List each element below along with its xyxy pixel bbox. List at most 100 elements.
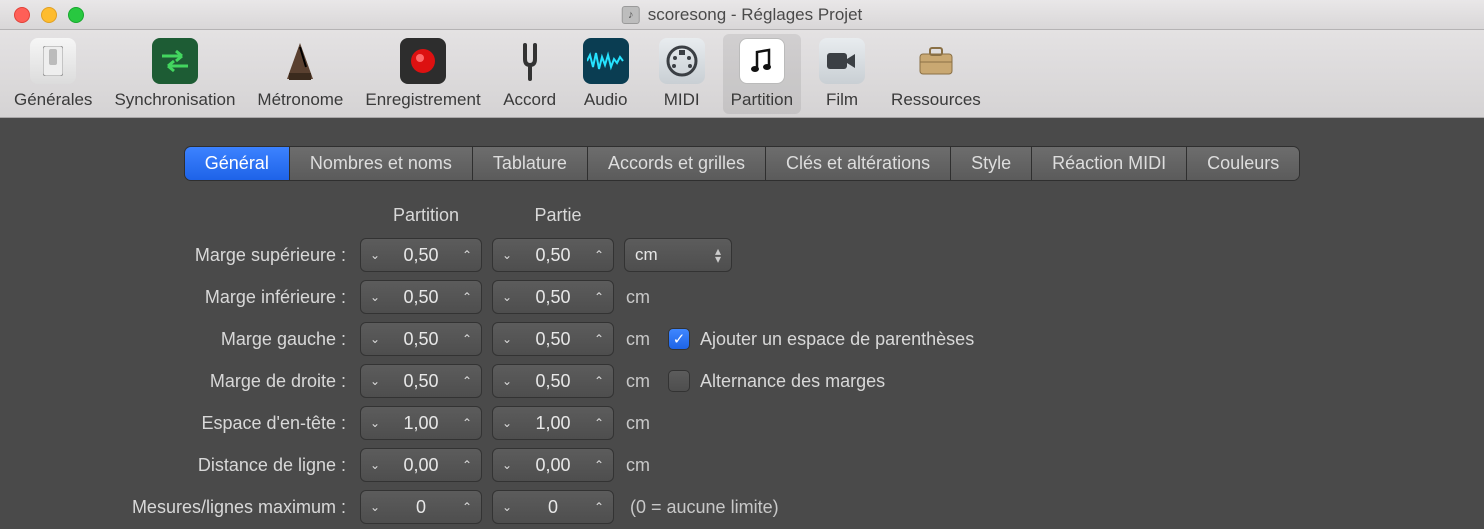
window-controls	[0, 7, 84, 23]
stepper-increment-icon[interactable]: ⌃	[453, 281, 481, 313]
row-right-margin: Marge de droite : ⌄ 0,50 ⌃ ⌄ 0,50 ⌃ cm A…	[50, 360, 1484, 402]
minimize-window-button[interactable]	[41, 7, 57, 23]
stepper-value: 0,50	[389, 329, 453, 350]
stepper-increment-icon[interactable]: ⌃	[453, 491, 481, 523]
subtab-numbers[interactable]: Nombres et noms	[290, 147, 473, 180]
row-label: Mesures/lignes maximum :	[50, 497, 360, 518]
right-margin-partition-stepper[interactable]: ⌄ 0,50 ⌃	[360, 364, 482, 398]
stepper-increment-icon[interactable]: ⌃	[585, 449, 613, 481]
line-distance-partition-stepper[interactable]: ⌄ 0,00 ⌃	[360, 448, 482, 482]
stepper-value: 0,50	[521, 329, 585, 350]
bottom-margin-partition-stepper[interactable]: ⌄ 0,50 ⌃	[360, 280, 482, 314]
stepper-decrement-icon[interactable]: ⌄	[361, 491, 389, 523]
unit-select[interactable]: cm ▴▾	[624, 238, 732, 272]
right-margin-partie-stepper[interactable]: ⌄ 0,50 ⌃	[492, 364, 614, 398]
bottom-margin-partie-stepper[interactable]: ⌄ 0,50 ⌃	[492, 280, 614, 314]
toolbar-item-midi[interactable]: MIDI	[647, 34, 717, 114]
bracket-space-label: Ajouter un espace de parenthèses	[700, 329, 974, 350]
left-margin-partition-stepper[interactable]: ⌄ 0,50 ⌃	[360, 322, 482, 356]
row-label: Espace d'en-tête :	[50, 413, 360, 434]
subtab-chords[interactable]: Accords et grilles	[588, 147, 766, 180]
unit-label: cm	[626, 371, 650, 392]
toolbar-item-general[interactable]: Générales	[6, 34, 100, 114]
subtab-style[interactable]: Style	[951, 147, 1032, 180]
toolbar-item-audio[interactable]: Audio	[571, 34, 641, 114]
toolbar-item-score[interactable]: Partition	[723, 34, 801, 114]
toolbar-item-record[interactable]: Enregistrement	[357, 34, 488, 114]
subtab-clefs[interactable]: Clés et altérations	[766, 147, 951, 180]
toolbar-item-label: MIDI	[664, 90, 700, 110]
stepper-decrement-icon[interactable]: ⌄	[493, 407, 521, 439]
top-margin-partition-stepper[interactable]: ⌄ 0,50 ⌃	[360, 238, 482, 272]
line-distance-partie-stepper[interactable]: ⌄ 0,00 ⌃	[492, 448, 614, 482]
main-panel: Général Nombres et noms Tablature Accord…	[0, 118, 1484, 528]
stepper-increment-icon[interactable]: ⌃	[585, 407, 613, 439]
row-label: Marge supérieure :	[50, 245, 360, 266]
stepper-increment-icon[interactable]: ⌃	[585, 281, 613, 313]
stepper-decrement-icon[interactable]: ⌄	[361, 407, 389, 439]
toolbar-item-label: Accord	[503, 90, 556, 110]
stepper-increment-icon[interactable]: ⌃	[453, 239, 481, 271]
stepper-decrement-icon[interactable]: ⌄	[361, 239, 389, 271]
stepper-value: 1,00	[521, 413, 585, 434]
stepper-increment-icon[interactable]: ⌃	[585, 491, 613, 523]
toolbar-item-label: Film	[826, 90, 858, 110]
stepper-decrement-icon[interactable]: ⌄	[361, 365, 389, 397]
stepper-decrement-icon[interactable]: ⌄	[493, 491, 521, 523]
toolbar-item-assets[interactable]: Ressources	[883, 34, 989, 114]
alternating-margins-checkbox[interactable]	[668, 370, 690, 392]
subtab-midireact[interactable]: Réaction MIDI	[1032, 147, 1187, 180]
stepper-increment-icon[interactable]: ⌃	[453, 449, 481, 481]
column-headers: Partition Partie	[50, 205, 1484, 226]
toolbar-item-movie[interactable]: Film	[807, 34, 877, 114]
stepper-decrement-icon[interactable]: ⌄	[361, 449, 389, 481]
toolbar-item-label: Audio	[584, 90, 627, 110]
stepper-decrement-icon[interactable]: ⌄	[361, 323, 389, 355]
stepper-decrement-icon[interactable]: ⌄	[493, 323, 521, 355]
stepper-decrement-icon[interactable]: ⌄	[361, 281, 389, 313]
row-line-distance: Distance de ligne : ⌄ 0,00 ⌃ ⌄ 0,00 ⌃ cm	[50, 444, 1484, 486]
unit-label: cm	[626, 413, 650, 434]
max-bars-partition-stepper[interactable]: ⌄ 0 ⌃	[360, 490, 482, 524]
header-space-partition-stepper[interactable]: ⌄ 1,00 ⌃	[360, 406, 482, 440]
subtab-general[interactable]: Général	[185, 147, 290, 180]
toolbar-item-sync[interactable]: Synchronisation	[106, 34, 243, 114]
toolbar-item-label: Synchronisation	[114, 90, 235, 110]
toolbar-item-metronome[interactable]: Métronome	[249, 34, 351, 114]
stepper-increment-icon[interactable]: ⌃	[585, 323, 613, 355]
close-window-button[interactable]	[14, 7, 30, 23]
bracket-space-checkbox[interactable]: ✓	[668, 328, 690, 350]
unit-select-value: cm	[635, 245, 658, 265]
header-space-partie-stepper[interactable]: ⌄ 1,00 ⌃	[492, 406, 614, 440]
switch-icon	[30, 38, 76, 84]
subtab-colors[interactable]: Couleurs	[1187, 147, 1299, 180]
toolbar-item-label: Générales	[14, 90, 92, 110]
stepper-increment-icon[interactable]: ⌃	[585, 239, 613, 271]
left-margin-partie-stepper[interactable]: ⌄ 0,50 ⌃	[492, 322, 614, 356]
video-camera-icon	[819, 38, 865, 84]
tuning-fork-icon	[507, 38, 553, 84]
stepper-decrement-icon[interactable]: ⌄	[493, 449, 521, 481]
stepper-increment-icon[interactable]: ⌃	[453, 365, 481, 397]
stepper-increment-icon[interactable]: ⌃	[585, 365, 613, 397]
stepper-value: 0	[389, 497, 453, 518]
music-note-icon	[739, 38, 785, 84]
toolbar-item-label: Partition	[731, 90, 793, 110]
column-header-partie: Partie	[492, 205, 624, 226]
stepper-increment-icon[interactable]: ⌃	[453, 323, 481, 355]
stepper-value: 0,50	[389, 371, 453, 392]
max-bars-partie-stepper[interactable]: ⌄ 0 ⌃	[492, 490, 614, 524]
toolbar-item-tuning[interactable]: Accord	[495, 34, 565, 114]
stepper-value: 0,50	[521, 245, 585, 266]
stepper-decrement-icon[interactable]: ⌄	[493, 281, 521, 313]
top-margin-partie-stepper[interactable]: ⌄ 0,50 ⌃	[492, 238, 614, 272]
metronome-icon	[277, 38, 323, 84]
stepper-increment-icon[interactable]: ⌃	[453, 407, 481, 439]
stepper-decrement-icon[interactable]: ⌄	[493, 239, 521, 271]
document-icon: ♪	[622, 6, 640, 24]
zoom-window-button[interactable]	[68, 7, 84, 23]
toolbar-item-label: Ressources	[891, 90, 981, 110]
row-label: Marge gauche :	[50, 329, 360, 350]
subtab-tablature[interactable]: Tablature	[473, 147, 588, 180]
stepper-decrement-icon[interactable]: ⌄	[493, 365, 521, 397]
